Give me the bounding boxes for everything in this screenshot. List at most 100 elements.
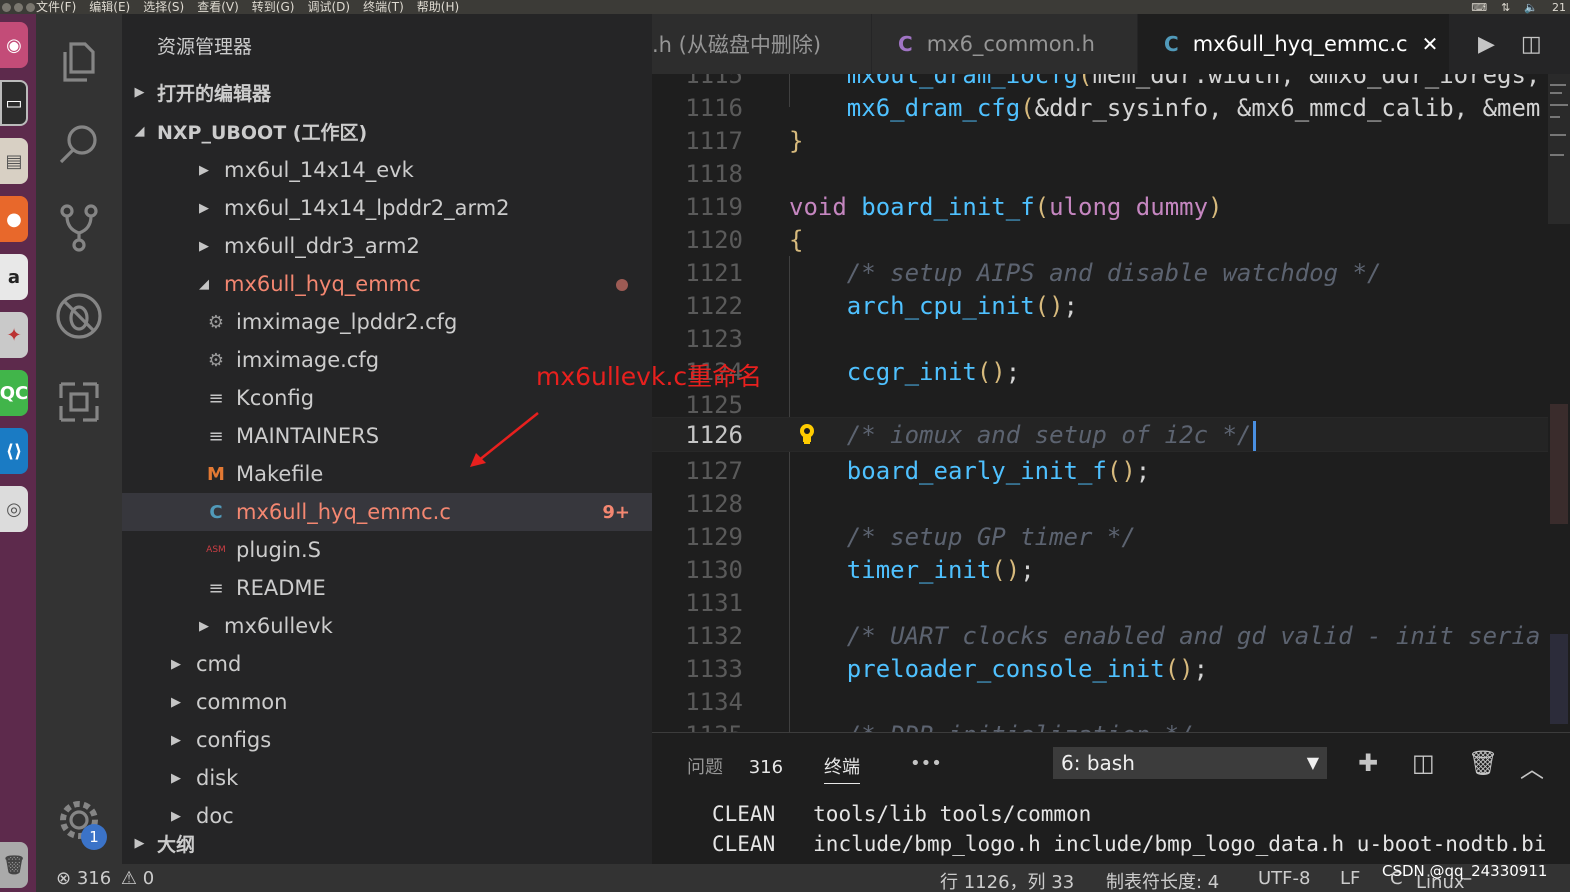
tree-item-label: mx6ull_ddr3_arm2 [224,234,420,258]
qt-app-icon[interactable]: QC [0,370,28,416]
code-line: 1123 [685,325,743,353]
debug-icon[interactable] [36,276,122,356]
menu-terminal[interactable]: 终端(T) [363,0,404,14]
tree-item[interactable]: ▶ cmd [122,645,652,683]
menu-selection[interactable]: 选择(S) [143,0,184,14]
menu-debug[interactable]: 调试(D) [307,0,350,14]
tree-item[interactable]: Cmx6ull_hyq_emmc.c 9+ [122,493,652,531]
c-file-icon: C [898,32,913,56]
tree-item[interactable]: ⚙ imximage_lpddr2.cfg [122,303,652,341]
annotation-arrow [470,412,539,467]
trash-app-icon[interactable]: 🗑 [0,842,28,888]
tree-item[interactable]: ▶ mx6ul_14x14_evk [122,151,652,189]
volume-icon[interactable]: 🔈 [1524,1,1538,14]
tree-item[interactable]: ASM plugin.S [122,531,652,569]
search-icon[interactable] [36,104,122,184]
split-editor-icon[interactable]: ◫ [1521,32,1542,57]
tree-item[interactable]: ◢ mx6ull_hyq_emmc [122,265,652,303]
tree-item[interactable]: ▶ disk [122,759,652,797]
amazon-app-icon[interactable]: a [0,254,28,300]
error-count: 316 [76,868,112,889]
tree-item-label: imximage.cfg [236,348,380,372]
explorer-icon[interactable] [36,22,122,102]
extensions-icon[interactable] [36,362,122,442]
minimap-preview [1548,74,1570,724]
workspace-section[interactable]: ◢ NXP_UBOOT (工作区) [122,112,652,150]
tab-deleted-header[interactable]: .h (从磁盘中删除) [652,14,872,74]
tree-item[interactable]: M Makefile [122,455,652,493]
ubuntu-logo-icon[interactable]: ◉ [0,22,28,68]
tree-item[interactable]: ≡ MAINTAINERS [122,417,652,455]
window-controls[interactable] [0,0,36,14]
tree-item[interactable]: ≡ README [122,569,652,607]
new-terminal-icon[interactable]: ✚ [1358,749,1378,777]
vscode-app-icon[interactable]: ⟨⟩ [0,428,28,474]
dvd-app-icon[interactable]: ◎ [0,486,28,532]
tree-item[interactable]: ▶ configs [122,721,652,759]
keyboard-icon[interactable]: ⌨ [1471,1,1487,14]
tree-item-label: Kconfig [236,386,315,410]
firefox-app-icon[interactable]: ● [0,196,28,242]
split-terminal-icon[interactable]: ◫ [1412,749,1435,777]
menu-view[interactable]: 查看(V) [197,0,239,14]
more-tabs-icon[interactable]: ••• [910,753,942,774]
problem-count-badge: 9+ [602,501,630,523]
current-code-line: 1126 /* iomux and setup of i2c */ [652,417,1548,452]
terminal-app-icon[interactable]: ▭ [0,80,28,126]
menu-edit[interactable]: 编辑(E) [89,0,130,14]
tab-size[interactable]: 制表符长度: 4 [1106,868,1219,892]
tree-item-label: plugin.S [236,538,321,562]
menu-help[interactable]: 帮助(H) [417,0,459,14]
kill-terminal-icon[interactable]: 🗑 [1468,749,1498,777]
modified-dot-icon [616,279,628,291]
close-tab-icon[interactable]: ✕ [1422,32,1439,56]
update-badge: 1 [81,824,107,850]
code-line: 1115 mx6ul_dram_iocfg(mem_ddr.width, &mx… [685,74,1541,89]
code-editor[interactable]: 1115 mx6ul_dram_iocfg(mem_ddr.width, &mx… [652,74,1548,732]
tree-item-label: common [196,690,288,714]
minimap[interactable] [1548,74,1570,732]
chevron-right-icon: ▶ [199,238,209,254]
manage-gear-icon[interactable] [36,780,122,860]
text-file-icon: ≡ [208,387,224,409]
problems-status[interactable]: ⊗ 316 ⚠ 0 [56,868,154,889]
terminal-select[interactable]: 6: bash ▼ [1053,747,1327,779]
run-icon[interactable]: ▶ [1478,32,1495,57]
settings-app-icon[interactable]: ✦ [0,312,28,358]
warning-icon: ⚠ [120,868,138,889]
menu-goto[interactable]: 转到(G) [252,0,295,14]
tab-mx6-common-h[interactable]: C mx6_common.h [872,14,1138,74]
clock[interactable]: 21 [1552,1,1566,14]
line-ending[interactable]: LF [1340,868,1360,889]
text-file-icon: ≡ [208,577,224,599]
files-app-icon[interactable]: ▤ [0,138,28,184]
encoding[interactable]: UTF-8 [1258,868,1310,889]
terminal-line: CLEAN include/bmp_logo.h include/bmp_log… [712,832,1546,856]
code-line: 1130 timer_init(); [685,556,1035,584]
tree-item[interactable]: ▶ mx6ullevk [122,607,652,645]
menu-file[interactable]: 文件(F) [36,0,76,14]
status-bar: ⊗ 316 ⚠ 0 行 1126，列 33 制表符长度: 4 UTF-8 LF … [36,864,1570,892]
chevron-right-icon: ▶ [134,84,145,100]
chevron-right-icon: ▶ [134,835,145,851]
code-line: 1127 board_early_init_f(); [685,457,1151,485]
tree-item-label: disk [196,766,239,790]
chevron-down-icon: ◢ [134,123,145,139]
open-editors-section[interactable]: ▶ 打开的编辑器 [122,73,652,111]
tab-mx6ull-hyq-emmc-c[interactable]: C mx6ull_hyq_emmc.c ✕ [1138,14,1450,74]
tree-item[interactable]: ▶ mx6ul_14x14_lpddr2_arm2 [122,189,652,227]
tree-item[interactable]: ▶ mx6ull_ddr3_arm2 [122,227,652,265]
tree-item-label: mx6ull_hyq_emmc [224,272,421,296]
source-control-icon[interactable] [36,188,122,268]
tree-item-label: README [236,576,326,600]
tree-item-label: configs [196,728,272,752]
outline-section[interactable]: ▶ 大纲 [122,824,652,862]
cursor-position[interactable]: 行 1126，列 33 [940,868,1074,892]
maximize-panel-icon[interactable]: ︿ [1520,749,1544,784]
tab-terminal[interactable]: 终端 [824,753,860,784]
tab-problems[interactable]: 问题 316 [687,753,783,779]
lightbulb-icon[interactable] [796,422,818,446]
network-icon[interactable]: ⇅ [1501,1,1510,14]
tree-item[interactable]: ▶ common [122,683,652,721]
code-line: 1117} [685,127,804,155]
